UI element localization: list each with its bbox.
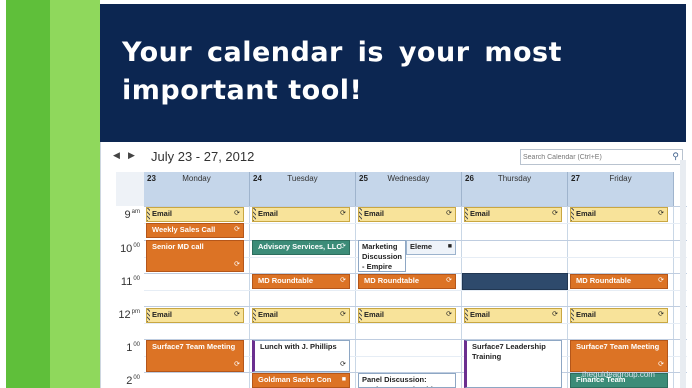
half-hour-line	[144, 323, 687, 324]
recurring-icon: ⟳	[658, 277, 664, 284]
watermark: theguideagroup.com	[582, 370, 655, 379]
recurring-icon: ⟳	[552, 210, 558, 217]
event-email[interactable]: Email ⟳	[252, 207, 350, 222]
recurring-icon: ⟳	[446, 311, 452, 318]
recurring-icon: ⟳	[340, 210, 346, 217]
event-panel-discussion[interactable]: Panel Discussion: Business Leadership	[358, 373, 456, 388]
time-label-9am: 9am	[124, 209, 140, 221]
event-email[interactable]: Email ⟳	[146, 207, 244, 222]
event-email[interactable]: Email ⟳	[146, 308, 244, 323]
search-icon[interactable]: ⚲	[672, 151, 679, 162]
time-gutter-header	[116, 172, 145, 206]
event-senior-md-call[interactable]: Senior MD call ⟳	[146, 240, 244, 272]
event-md-roundtable[interactable]: MD Roundtable ⟳	[252, 274, 350, 289]
previous-week-button[interactable]: ◀	[113, 150, 120, 161]
event-busy-block[interactable]	[462, 273, 568, 290]
time-label-10: 1000	[120, 243, 140, 255]
calendar-view: ◀ ▶ July 23 - 27, 2012 ⚲ 23 Monday 24 Tu…	[100, 142, 687, 388]
day-header-wednesday[interactable]: 25 Wednesday	[356, 172, 462, 206]
recurring-icon: ⟳	[234, 311, 240, 318]
day-header-tuesday[interactable]: 24 Tuesday	[250, 172, 356, 206]
event-weekly-sales-call[interactable]: Weekly Sales Call ⟳	[146, 223, 244, 238]
event-advisory-services[interactable]: Advisory Services, LLC ⟳	[252, 240, 350, 255]
time-label-1: 100	[126, 342, 140, 354]
recurring-icon: ⟳	[446, 277, 452, 284]
event-email[interactable]: Email ⟳	[252, 308, 350, 323]
hour-line	[144, 306, 687, 307]
recurring-icon: ⟳	[340, 243, 346, 250]
vertical-scrollbar[interactable]	[680, 160, 686, 388]
calendar-toolbar: ◀ ▶ July 23 - 27, 2012 ⚲	[101, 142, 687, 172]
event-md-roundtable[interactable]: MD Roundtable ⟳	[570, 274, 668, 289]
date-range-label: July 23 - 27, 2012	[151, 149, 255, 164]
day-name: Tuesday	[287, 174, 318, 183]
event-email[interactable]: Email ⟳	[358, 308, 456, 323]
event-email[interactable]: Email ⟳	[358, 207, 456, 222]
time-label-2: 200	[126, 375, 140, 387]
event-surface7-team-meeting[interactable]: Surface7 Team Meeting ⟳	[570, 340, 668, 372]
day-name: Monday	[182, 174, 211, 183]
recurring-icon: ⟳	[340, 311, 346, 318]
day-name: Friday	[609, 174, 632, 183]
event-goldman-sachs[interactable]: Goldman Sachs Con ■	[252, 373, 350, 388]
green-stripe-light	[50, 0, 100, 388]
day-header-friday[interactable]: 27 Friday	[568, 172, 674, 206]
search-calendar-input[interactable]	[523, 150, 663, 164]
green-stripe-dark	[6, 0, 50, 388]
recurring-icon: ⟳	[552, 311, 558, 318]
time-gutter: 9am 1000 1100 12pm 100 200	[101, 206, 144, 388]
recurring-icon: ⟳	[234, 361, 240, 368]
day-name: Thursday	[497, 174, 532, 183]
time-label-12pm: 12pm	[118, 309, 140, 321]
lock-icon: ■	[447, 243, 452, 250]
recurring-icon: ⟳	[658, 361, 664, 368]
recurring-icon: ⟳	[658, 311, 664, 318]
event-lunch-with-j-phillips[interactable]: Lunch with J. Phillips ⟳	[252, 340, 350, 372]
recurring-icon: ⟳	[658, 210, 664, 217]
recurring-icon: ⟳	[340, 277, 346, 284]
event-md-roundtable[interactable]: MD Roundtable ⟳	[358, 274, 456, 289]
event-email[interactable]: Email ⟳	[464, 308, 562, 323]
day-header-thursday[interactable]: 26 Thursday	[462, 172, 568, 206]
time-label-11: 1100	[120, 276, 140, 288]
recurring-icon: ⟳	[234, 261, 240, 268]
recurring-icon: ⟳	[446, 210, 452, 217]
banner-title: Your calendar is your most important too…	[122, 37, 562, 106]
event-marketing-discussion[interactable]: Marketing Discussion - Empire	[358, 240, 406, 272]
next-week-button[interactable]: ▶	[128, 150, 135, 161]
event-surface7-team-meeting[interactable]: Surface7 Team Meeting ⟳	[146, 340, 244, 372]
recurring-icon: ⟳	[340, 361, 346, 368]
event-email[interactable]: Email ⟳	[570, 308, 668, 323]
day-header-monday[interactable]: 23 Monday	[144, 172, 250, 206]
event-surface7-leadership-training[interactable]: Surface7 Leadership Training	[464, 340, 562, 388]
event-email[interactable]: Email ⟳	[464, 207, 562, 222]
day-name: Wednesday	[387, 174, 430, 183]
recurring-icon: ⟳	[234, 226, 240, 233]
search-calendar-box[interactable]: ⚲	[520, 149, 683, 165]
lock-icon: ■	[341, 376, 346, 383]
half-hour-line	[144, 290, 687, 291]
title-banner: Your calendar is your most important too…	[100, 4, 686, 142]
event-eleme[interactable]: Eleme ■	[406, 240, 456, 255]
day-column-wednesday[interactable]	[356, 206, 462, 388]
recurring-icon: ⟳	[234, 210, 240, 217]
event-email[interactable]: Email ⟳	[570, 207, 668, 222]
